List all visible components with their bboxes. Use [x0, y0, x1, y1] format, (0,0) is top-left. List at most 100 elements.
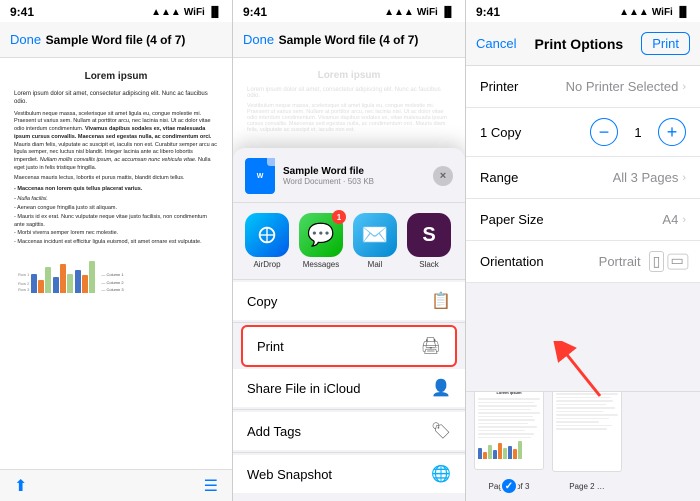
share-sheet-close[interactable]: ×: [433, 166, 453, 186]
bottom-toolbar: ⬆ ☰: [0, 469, 232, 501]
status-bar-3: 9:41 ▲▲▲ WiFi ▐▌: [466, 0, 700, 22]
print-icon: 🖨: [421, 336, 441, 356]
status-time: 9:41: [10, 5, 34, 19]
page-1-thumb[interactable]: Lorem ipsum: [474, 391, 544, 491]
battery-icon-2: ▐▌: [441, 7, 455, 18]
doc-title: Lorem ipsum: [14, 70, 218, 84]
web-snapshot-action[interactable]: Web Snapshot 🌐: [233, 455, 465, 493]
mail-item[interactable]: ✉️ Mail: [353, 213, 397, 269]
arrow-indicator: [550, 341, 610, 406]
signal-icon-2: ▲▲▲: [384, 7, 414, 18]
page-2-label: Page 2 …: [569, 482, 605, 491]
status-bar-2: 9:41 ▲▲▲ WiFi ▐▌: [233, 0, 465, 22]
landscape-icon[interactable]: ▯: [668, 254, 689, 270]
thumb-chart: [478, 441, 540, 459]
copies-label: 1 Copy: [480, 125, 521, 140]
page-1-check: ✓: [500, 477, 518, 495]
file-meta: Word Document · 503 KB: [283, 177, 425, 186]
thumb-section: Lorem ipsum: [466, 391, 700, 501]
slack-item[interactable]: S Slack: [407, 213, 451, 269]
copies-row: 1 Copy − 1 +: [466, 108, 700, 157]
slack-icon: S: [407, 213, 451, 257]
print-options-panel: 9:41 ▲▲▲ WiFi ▐▌ Cancel Print Options Pr…: [466, 0, 700, 501]
paper-size-label: Paper Size: [480, 212, 544, 227]
wifi-icon-3: WiFi: [652, 7, 673, 18]
paper-size-value-row: A4 ›: [662, 212, 686, 227]
mail-label: Mail: [368, 260, 383, 269]
nav-bar-2: Done Sample Word file (4 of 7): [233, 22, 465, 58]
copies-number: 1: [628, 125, 648, 140]
copy-icon: 📋: [431, 291, 451, 311]
range-value: All 3 Pages: [613, 170, 679, 185]
wifi-icon: WiFi: [184, 7, 205, 18]
file-info: Sample Word file Word Document · 503 KB: [283, 166, 425, 186]
copies-control: − 1 +: [590, 118, 686, 146]
document-panel: 9:41 ▲▲▲ WiFi ▐▌ Done Sample Word file (…: [0, 0, 233, 501]
share-button[interactable]: ⬆: [14, 476, 27, 496]
messages-badge: 1: [332, 210, 346, 224]
icloud-label: Share File in iCloud: [247, 381, 360, 396]
print-action[interactable]: Print 🖨: [241, 325, 457, 367]
messages-label: Messages: [303, 260, 339, 269]
printer-row[interactable]: Printer No Printer Selected ›: [466, 66, 700, 108]
printer-value-row: No Printer Selected ›: [566, 79, 686, 94]
doc-item-3: - Morbi viverra semper lorem nec molesti…: [14, 230, 218, 238]
battery-icon-3: ▐▌: [676, 7, 690, 18]
signal-icon-3: ▲▲▲: [619, 7, 649, 18]
thumbnail-row: Lorem ipsum: [466, 391, 700, 501]
doc-heading: - Maccenas non lorem quis tellus placera…: [14, 186, 218, 194]
done-button-2[interactable]: Done: [243, 32, 274, 47]
orientation-label: Orientation: [480, 254, 544, 269]
file-name: Sample Word file: [283, 166, 425, 177]
no-printer-value: No Printer Selected: [566, 79, 679, 94]
status-bar: 9:41 ▲▲▲ WiFi ▐▌: [0, 0, 232, 22]
range-label: Range: [480, 170, 518, 185]
paper-size-row[interactable]: Paper Size A4 ›: [466, 199, 700, 241]
slack-label: Slack: [419, 260, 439, 269]
nav-title-2: Sample Word file (4 of 7): [274, 33, 423, 47]
signal-icon: ▲▲▲: [151, 7, 181, 18]
orientation-value-row: Portrait ▯ ▯: [599, 251, 686, 272]
increase-copies-button[interactable]: +: [658, 118, 686, 146]
document-content: Lorem ipsum Lorem ipsum dolor sit amet, …: [0, 58, 232, 469]
messages-icon: 💬 1: [299, 213, 343, 257]
doc-body: Lorem ipsum dolor sit amet, consectetur …: [14, 90, 218, 247]
print-options-title: Print Options: [535, 36, 624, 52]
status-icons: ▲▲▲ WiFi ▐▌: [151, 7, 222, 18]
range-row[interactable]: Range All 3 Pages ›: [466, 157, 700, 199]
airdrop-icon: [245, 213, 289, 257]
status-time-3: 9:41: [476, 5, 500, 19]
list-view-button[interactable]: ☰: [204, 476, 218, 496]
file-icon: W: [245, 158, 275, 194]
print-label: Print: [257, 339, 284, 354]
range-value-row: All 3 Pages ›: [613, 170, 686, 185]
nav-title: Sample Word file (4 of 7): [41, 33, 190, 47]
section-gap: [466, 283, 700, 303]
done-button[interactable]: Done: [10, 32, 41, 47]
printer-chevron-icon: ›: [682, 81, 686, 93]
battery-icon: ▐▌: [208, 7, 222, 18]
doc-item-4: - Maccenas incidunt est efficitur ligula…: [14, 239, 218, 247]
orientation-row[interactable]: Orientation Portrait ▯ ▯: [466, 241, 700, 283]
print-button[interactable]: Print: [641, 32, 690, 55]
status-time-2: 9:41: [243, 5, 267, 19]
cancel-button[interactable]: Cancel: [476, 36, 516, 51]
copy-action[interactable]: Copy 📋: [233, 282, 465, 320]
page-1-preview: Lorem ipsum: [474, 391, 544, 470]
doc-item-2: - Mauris id ex erat. Nunc vulputate nequ…: [14, 214, 218, 229]
icloud-action[interactable]: Share File in iCloud 👤: [233, 369, 465, 407]
portrait-icon[interactable]: ▯: [649, 251, 665, 272]
mail-icon: ✉️: [353, 213, 397, 257]
airdrop-label: AirDrop: [253, 260, 280, 269]
doc-para-3: Maecenas mauris lectus, lobortis et puru…: [14, 175, 218, 183]
nav-bar: Done Sample Word file (4 of 7): [0, 22, 232, 58]
decrease-copies-button[interactable]: −: [590, 118, 618, 146]
page-2-thumb[interactable]: Page 2 …: [552, 391, 622, 491]
tags-action[interactable]: Add Tags 🏷: [233, 412, 465, 450]
app-icons-row: AirDrop 💬 1 Messages ✉️ Mail S: [233, 205, 465, 277]
web-snapshot-label: Web Snapshot: [247, 467, 332, 482]
airdrop-item[interactable]: AirDrop: [245, 213, 289, 269]
messages-item[interactable]: 💬 1 Messages: [299, 213, 343, 269]
tags-label: Add Tags: [247, 424, 301, 439]
chart-area: Row 1 Row 2 Row 3 — Column 1 —: [14, 253, 218, 293]
